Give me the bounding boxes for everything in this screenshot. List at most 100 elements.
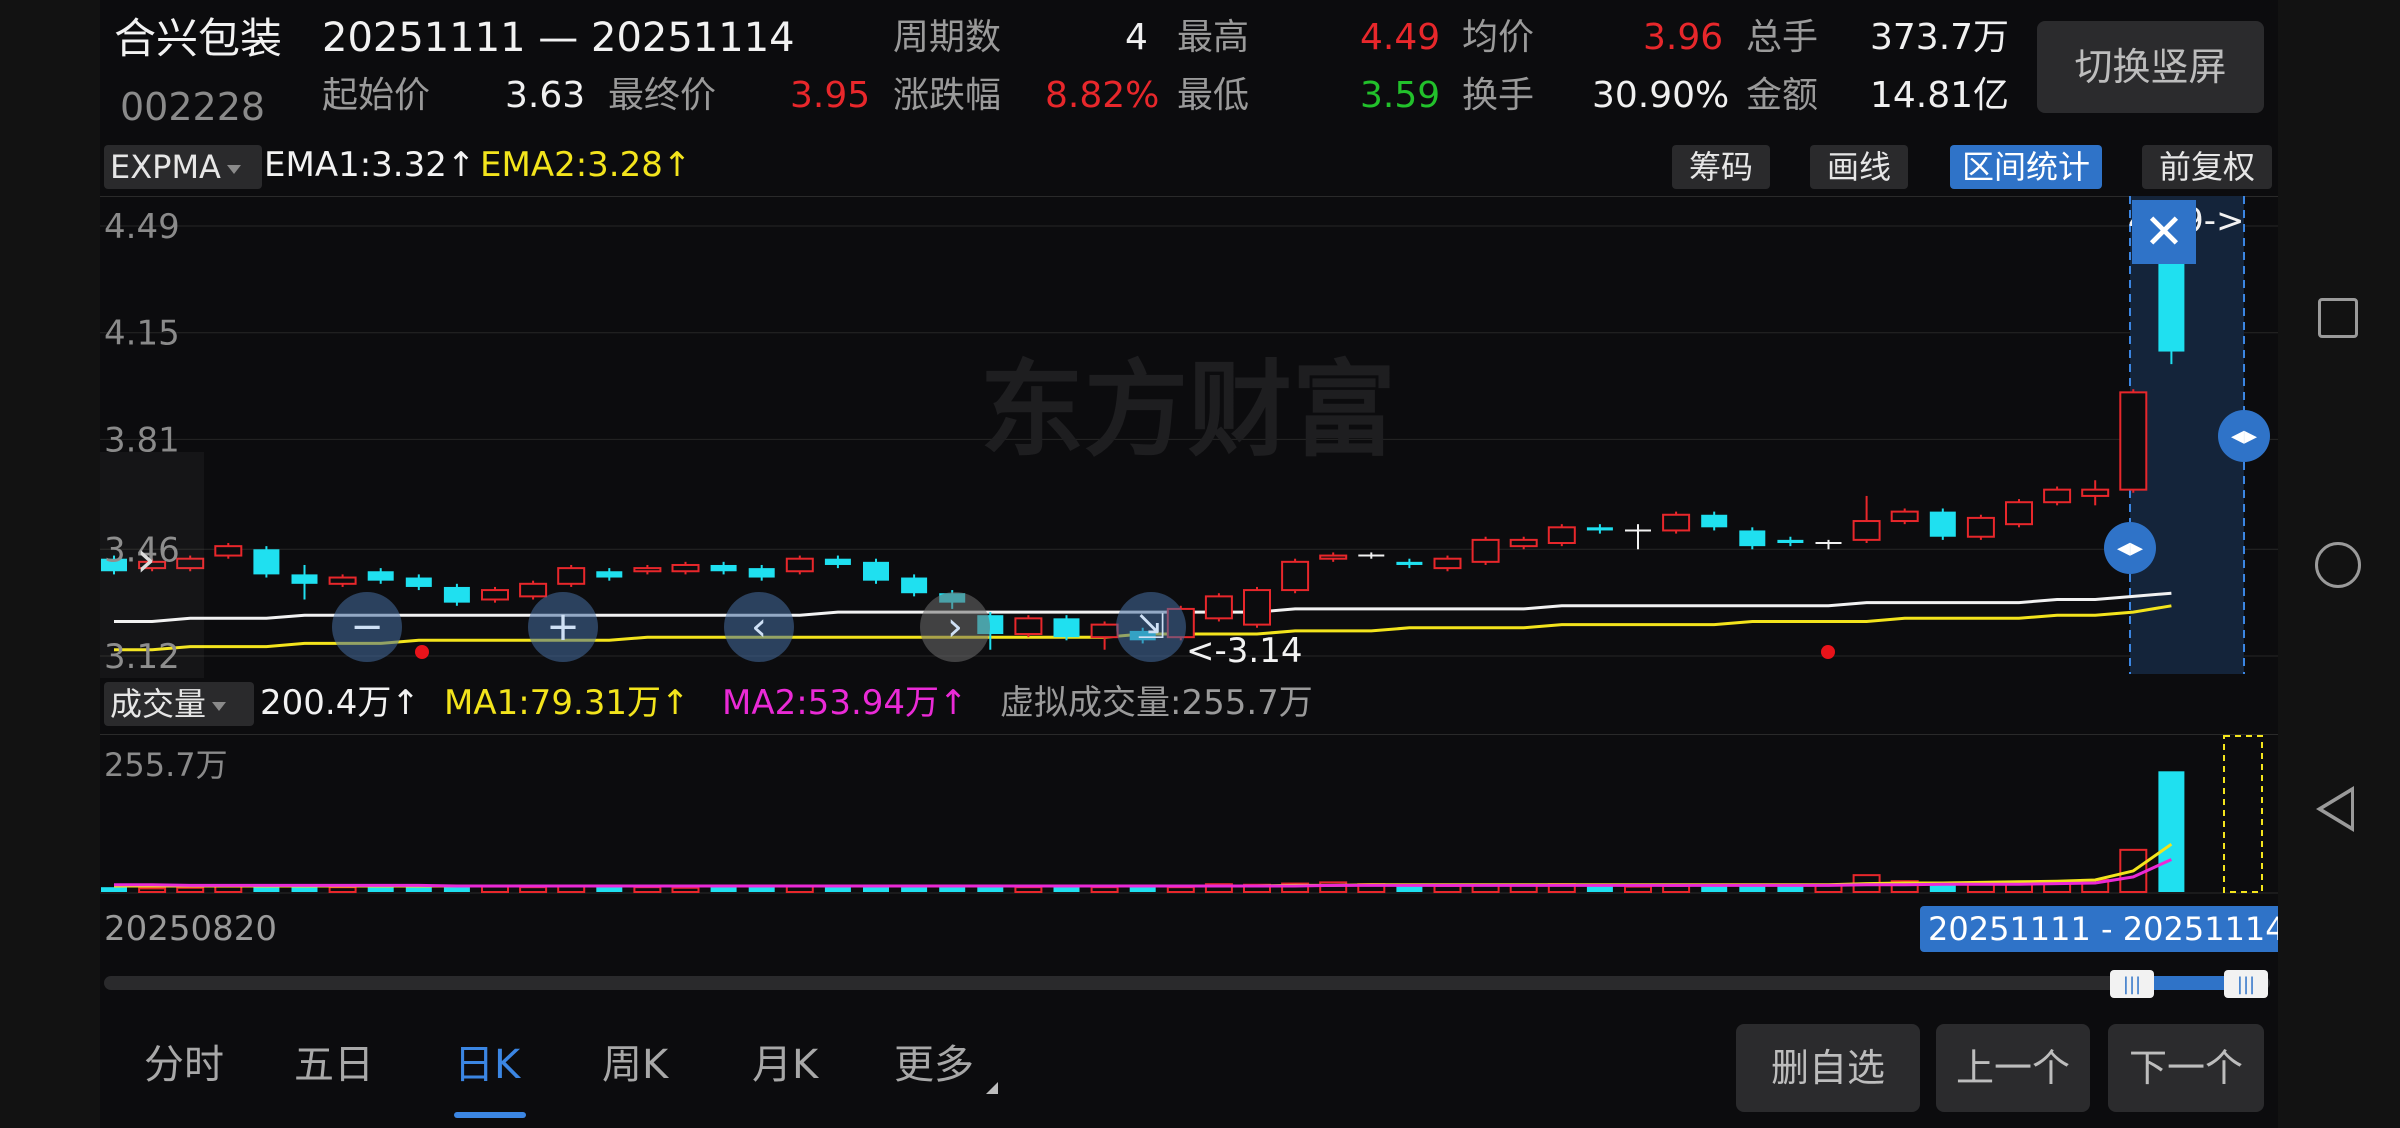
- candle-body: [1471, 538, 1500, 563]
- avg-value: 3.96: [1643, 17, 1724, 58]
- candle-body: [901, 577, 928, 594]
- candle-body: [1739, 530, 1766, 547]
- candle-body: [1586, 527, 1613, 531]
- main-indicator-name: EXPMA: [110, 148, 221, 186]
- volume-bar: [1166, 886, 1195, 894]
- candle-body: [1204, 595, 1233, 620]
- home-button[interactable]: [2315, 542, 2361, 588]
- candle-body: [1433, 557, 1462, 570]
- zoom-in-button[interactable]: +: [528, 592, 598, 662]
- start-price-label: 起始价: [322, 75, 431, 116]
- close-selection-button[interactable]: ✕: [2132, 200, 2196, 264]
- low-value: 3.59: [1360, 75, 1441, 116]
- change-value: 8.82%: [1045, 75, 1160, 116]
- active-tab-indicator: [454, 1112, 526, 1118]
- remove-watchlist-button[interactable]: 删自选: [1736, 1024, 1920, 1112]
- total-hands-label: 总手: [1746, 17, 1819, 58]
- candle-body: [1966, 516, 1995, 538]
- switch-portrait-button[interactable]: 切换竖屏: [2037, 21, 2264, 113]
- volume-bar: [671, 886, 700, 893]
- virtual-volume-box: [2223, 735, 2263, 893]
- dropdown-arrow-icon: [212, 701, 227, 711]
- candle-body: [214, 545, 243, 557]
- candle-body: [824, 558, 851, 565]
- chevron-right-icon: ›: [947, 604, 963, 650]
- vol-ma1-readout: MA1:79.31万↑: [444, 683, 690, 723]
- next-stock-button[interactable]: 下一个: [2108, 1024, 2264, 1112]
- amount-label: 金额: [1746, 75, 1819, 116]
- tab-weekly-k[interactable]: 周K: [602, 1045, 668, 1085]
- signal-dot: [1821, 645, 1835, 659]
- volume-indicator-select[interactable]: 成交量: [104, 682, 254, 726]
- grip-icon: |||: [2122, 973, 2142, 995]
- end-price-label: 最终价: [608, 75, 717, 116]
- watermark: 东方财富: [980, 349, 1396, 471]
- fq-button[interactable]: 前复权: [2142, 145, 2272, 189]
- jump-latest-button[interactable]: ⇲: [1116, 592, 1186, 662]
- candle-body: [1090, 623, 1119, 639]
- interval-stats-button[interactable]: 区间统计: [1950, 145, 2102, 189]
- signal-dot: [415, 645, 429, 659]
- main-indicator-select[interactable]: EXPMA: [104, 145, 262, 189]
- candle-body: [328, 576, 357, 585]
- candle-body: [2005, 501, 2033, 526]
- period-count-value: 4: [1125, 17, 1148, 58]
- volume-bar: [101, 887, 127, 892]
- tab-intraday[interactable]: 分时: [144, 1045, 224, 1085]
- volume-readout: 200.4万↑: [260, 683, 420, 723]
- candle-body: [1777, 539, 1804, 544]
- volume-max-tick: 255.7万: [104, 746, 228, 784]
- timeline-handle-right[interactable]: |||: [2224, 970, 2268, 998]
- candle-body: [367, 571, 394, 581]
- zoom-out-button[interactable]: −: [332, 592, 402, 662]
- tab-daily-k[interactable]: 日K: [454, 1045, 520, 1085]
- previous-stock-button[interactable]: 上一个: [1936, 1024, 2090, 1112]
- timeline-scrollbar[interactable]: [104, 976, 2270, 990]
- candle-body: [1662, 513, 1691, 532]
- candle-body: [1053, 618, 1080, 638]
- scroll-left-button[interactable]: ‹: [724, 592, 794, 662]
- volume-bar: [176, 886, 205, 893]
- timeline-range-label: 20251111 - 20251114: [1920, 906, 2278, 952]
- drag-arrows-icon: ◂▸: [2230, 421, 2258, 451]
- more-corner-icon: [986, 1082, 998, 1094]
- back-button-inner: [2323, 792, 2351, 826]
- chevron-right-icon: ›: [136, 530, 156, 588]
- stock-name: 合兴包装: [114, 14, 283, 63]
- plus-icon: +: [546, 604, 580, 650]
- candle-body: [2158, 257, 2185, 352]
- volume-bar: [1624, 885, 1652, 894]
- candle-body: [1890, 510, 1919, 523]
- timeline-handle-left[interactable]: |||: [2110, 970, 2154, 998]
- tab-more[interactable]: 更多: [894, 1045, 974, 1085]
- selection-handle-left[interactable]: ◂▸: [2104, 522, 2156, 574]
- candle-body: [785, 557, 814, 573]
- candle-body: [443, 586, 470, 603]
- selection-handle-right[interactable]: ◂▸: [2218, 410, 2270, 462]
- period-count-label: 周期数: [893, 17, 1002, 58]
- high-value: 4.49: [1360, 17, 1441, 58]
- volume-indicator-name: 成交量: [110, 685, 207, 723]
- draw-line-button[interactable]: 画线: [1810, 145, 1908, 189]
- volume-bar: [1014, 886, 1043, 894]
- volume-bar: [710, 887, 737, 892]
- kline-chart[interactable]: 东方财富 4.494.153.813.463.12 <-3.14 4.49->: [100, 196, 2278, 674]
- min-annotation: <-3.14: [1186, 631, 1302, 671]
- candle-body: [1852, 520, 1881, 541]
- ema1-readout: EMA1:3.32↑: [264, 145, 476, 185]
- candle-body: [1243, 589, 1271, 626]
- volume-chart[interactable]: 255.7万: [100, 734, 2278, 894]
- candle-body: [1509, 538, 1538, 548]
- recent-apps-button[interactable]: [2318, 298, 2358, 338]
- volume-bar: [824, 887, 851, 892]
- arrow-down-right-icon: ⇲: [1136, 607, 1166, 647]
- tab-monthly-k[interactable]: 月K: [752, 1045, 818, 1085]
- vol-ma2-readout: MA2:53.94万↑: [722, 683, 968, 723]
- ema2-readout: EMA2:3.28↑: [480, 145, 692, 185]
- tab-five-day[interactable]: 五日: [294, 1045, 374, 1085]
- scroll-right-button[interactable]: ›: [920, 592, 990, 662]
- candle-body: [748, 568, 775, 578]
- chip-button[interactable]: 筹码: [1672, 145, 1770, 189]
- low-label: 最低: [1177, 75, 1250, 116]
- virtual-volume-readout: 虚拟成交量:255.7万: [1000, 683, 1313, 723]
